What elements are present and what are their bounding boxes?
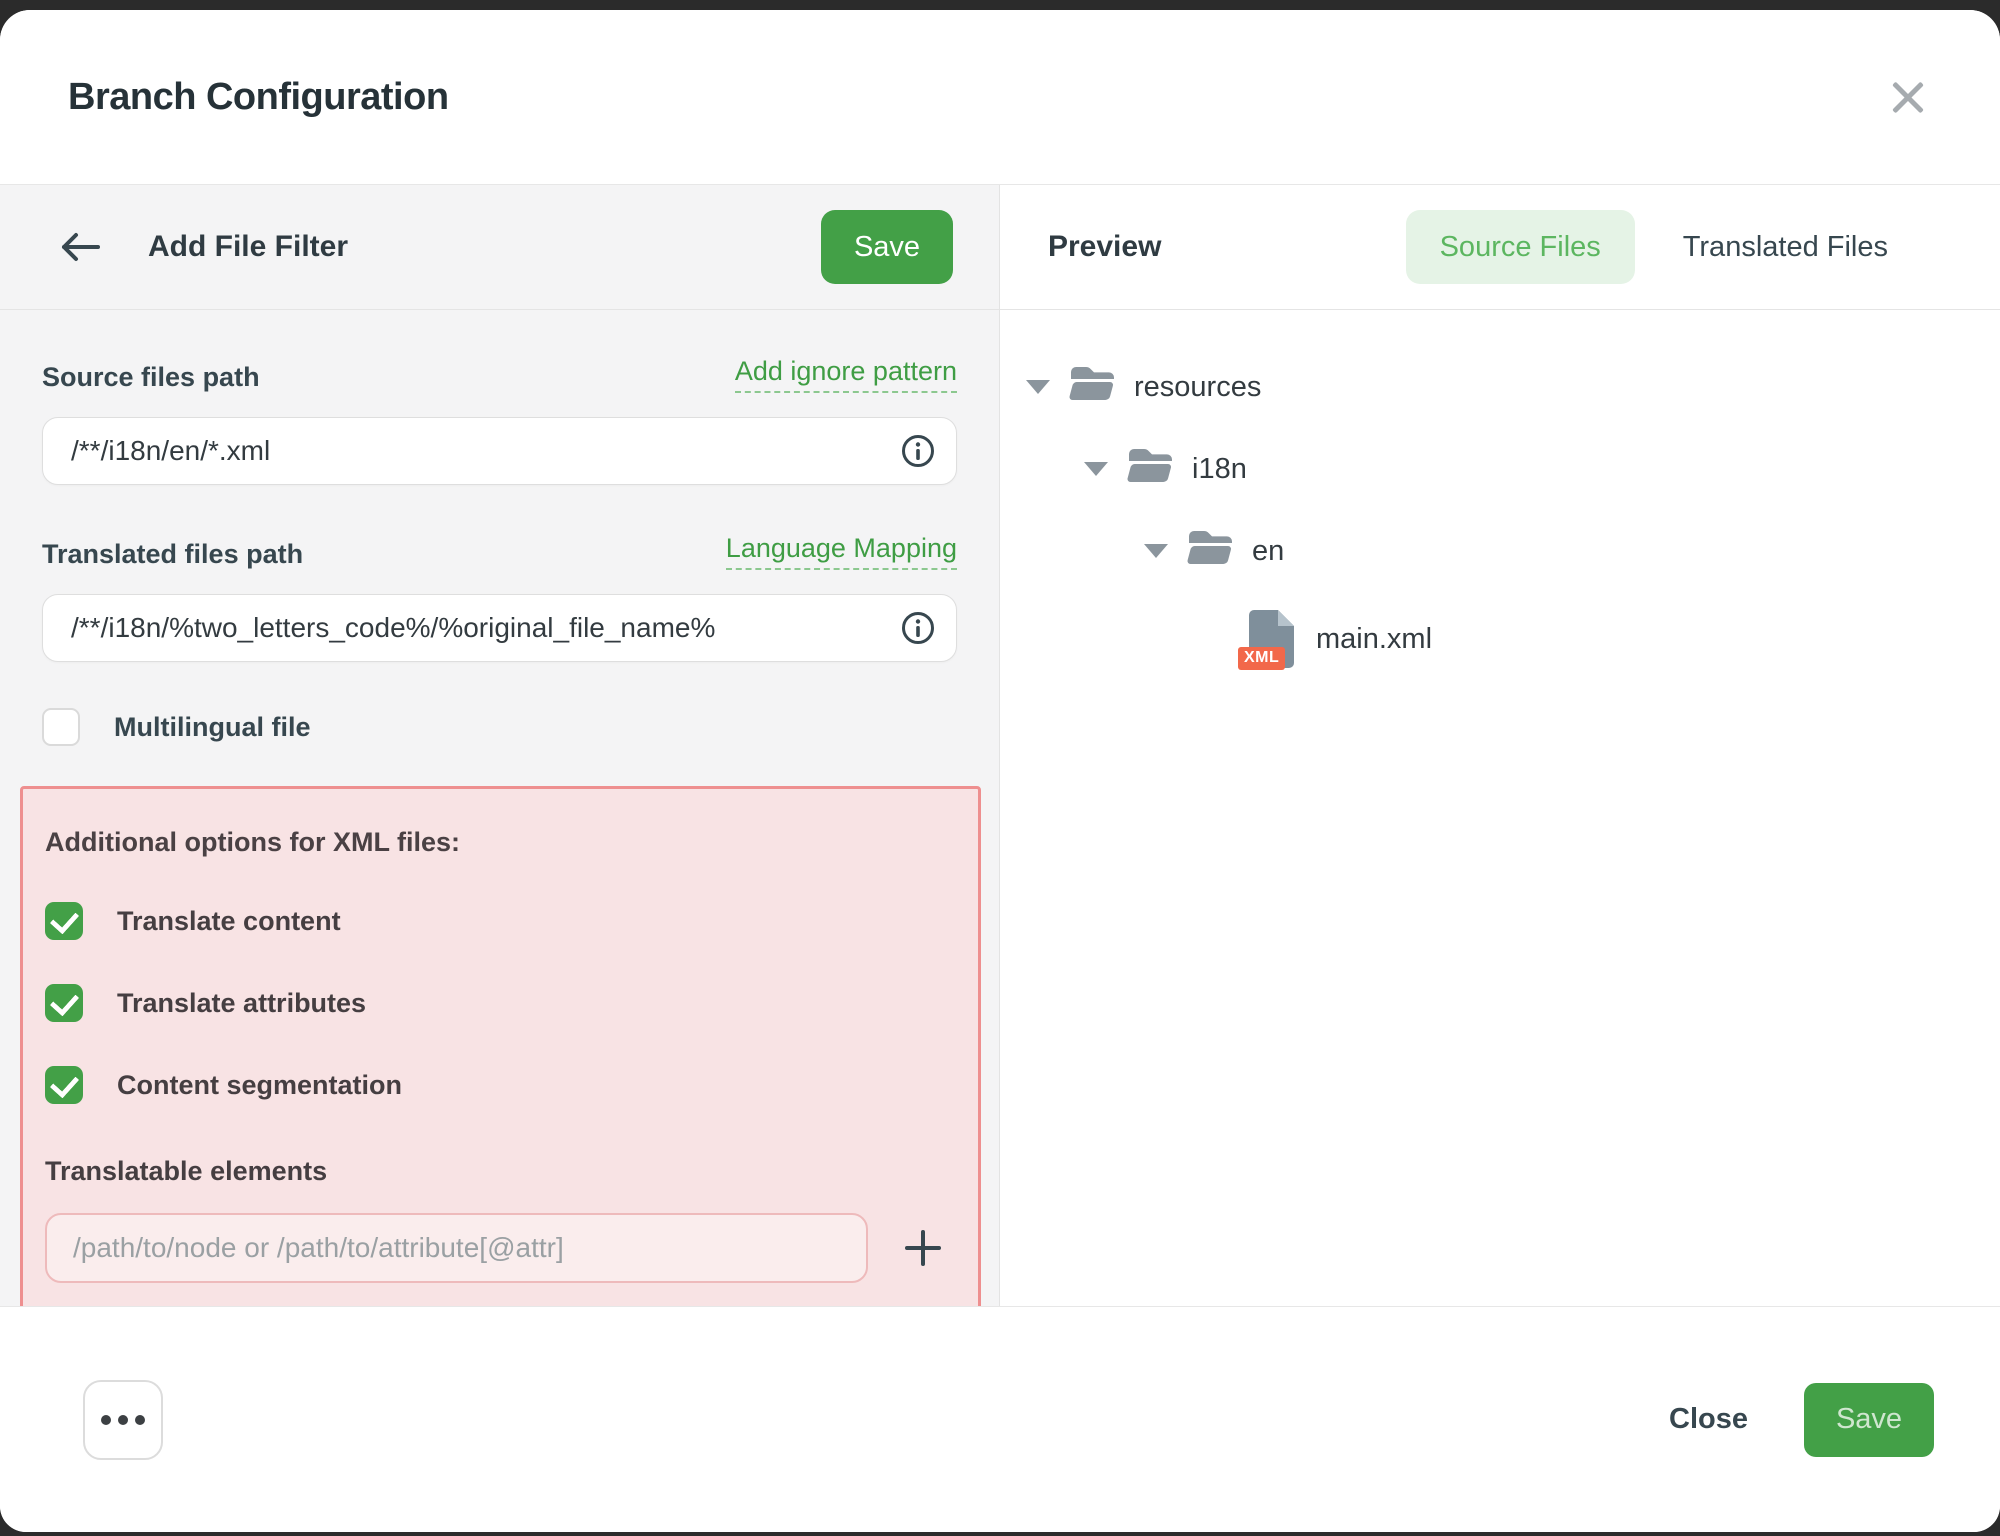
translated-files-path-label: Translated files path	[42, 539, 303, 570]
tab-translated-files[interactable]: Translated Files	[1649, 210, 1922, 284]
preview-panel-header: Preview Source Files Translated Files	[1000, 185, 2000, 310]
source-files-path-label: Source files path	[42, 362, 260, 393]
close-icon[interactable]	[1876, 65, 1940, 129]
tree-row-resources[interactable]: resources	[1000, 346, 2000, 428]
xml-options-title: Additional options for XML files:	[45, 827, 954, 858]
back-arrow-icon[interactable]	[58, 229, 102, 265]
translatable-elements-label: Translatable elements	[45, 1156, 954, 1187]
plus-icon[interactable]	[892, 1217, 954, 1279]
translate-attributes-label: Translate attributes	[117, 988, 366, 1019]
more-options-button[interactable]	[83, 1380, 163, 1460]
file-tree: resources i18n en	[1000, 310, 2000, 686]
folder-icon	[1186, 528, 1232, 574]
modal-title: Branch Configuration	[68, 76, 449, 119]
tree-label: main.xml	[1316, 623, 1432, 656]
translatable-elements-input[interactable]	[45, 1213, 868, 1283]
filter-save-button[interactable]: Save	[821, 210, 953, 284]
filter-form: Source files path Add ignore pattern Tra…	[0, 310, 999, 1320]
footer-save-button[interactable]: Save	[1804, 1383, 1934, 1457]
tab-source-files[interactable]: Source Files	[1406, 210, 1635, 284]
add-ignore-pattern-link[interactable]: Add ignore pattern	[735, 356, 957, 393]
filter-panel-title: Add File Filter	[148, 230, 348, 264]
translated-files-field: Translated files path Language Mapping	[42, 533, 957, 662]
preview-tabs: Source Files Translated Files	[1406, 210, 1922, 284]
translate-attributes-row[interactable]: Translate attributes	[45, 984, 954, 1022]
xml-options-section: Additional options for XML files: Transl…	[20, 786, 981, 1320]
info-icon[interactable]	[901, 611, 935, 645]
translate-content-label: Translate content	[117, 906, 341, 937]
modal-header: Branch Configuration	[0, 10, 2000, 185]
chevron-down-icon[interactable]	[1084, 462, 1108, 476]
translated-files-path-input[interactable]	[42, 594, 957, 662]
source-files-field: Source files path Add ignore pattern	[42, 356, 957, 485]
tree-label: i18n	[1192, 453, 1247, 486]
content-segmentation-checkbox[interactable]	[45, 1066, 83, 1104]
content-segmentation-row[interactable]: Content segmentation	[45, 1066, 954, 1104]
filter-panel-header: Add File Filter Save	[0, 185, 999, 310]
translate-content-checkbox[interactable]	[45, 902, 83, 940]
info-icon[interactable]	[901, 434, 935, 468]
source-files-path-input[interactable]	[42, 417, 957, 485]
preview-title: Preview	[1048, 230, 1161, 264]
xml-badge: XML	[1238, 647, 1285, 670]
tree-label: en	[1252, 535, 1284, 568]
multilingual-file-row[interactable]: Multilingual file	[42, 708, 957, 746]
footer-close-button[interactable]: Close	[1669, 1403, 1748, 1436]
modal-footer: Close Save	[0, 1306, 2000, 1532]
modal-content: Add File Filter Save Source files path A…	[0, 185, 2000, 1306]
xml-file-icon: XML	[1248, 610, 1294, 668]
tree-row-main-xml[interactable]: XML main.xml	[1000, 592, 2000, 686]
multilingual-label: Multilingual file	[114, 712, 311, 743]
translate-attributes-checkbox[interactable]	[45, 984, 83, 1022]
folder-icon	[1068, 364, 1114, 410]
tree-row-en[interactable]: en	[1000, 510, 2000, 592]
chevron-down-icon[interactable]	[1026, 380, 1050, 394]
preview-panel: Preview Source Files Translated Files re…	[1000, 185, 2000, 1306]
tree-label: resources	[1134, 371, 1261, 404]
content-segmentation-label: Content segmentation	[117, 1070, 402, 1101]
chevron-down-icon[interactable]	[1144, 544, 1168, 558]
translate-content-row[interactable]: Translate content	[45, 902, 954, 940]
file-filter-panel: Add File Filter Save Source files path A…	[0, 185, 1000, 1306]
tree-row-i18n[interactable]: i18n	[1000, 428, 2000, 510]
language-mapping-link[interactable]: Language Mapping	[726, 533, 957, 570]
branch-configuration-modal: Branch Configuration Add File Filter Sav…	[0, 10, 2000, 1532]
multilingual-checkbox[interactable]	[42, 708, 80, 746]
folder-icon	[1126, 446, 1172, 492]
